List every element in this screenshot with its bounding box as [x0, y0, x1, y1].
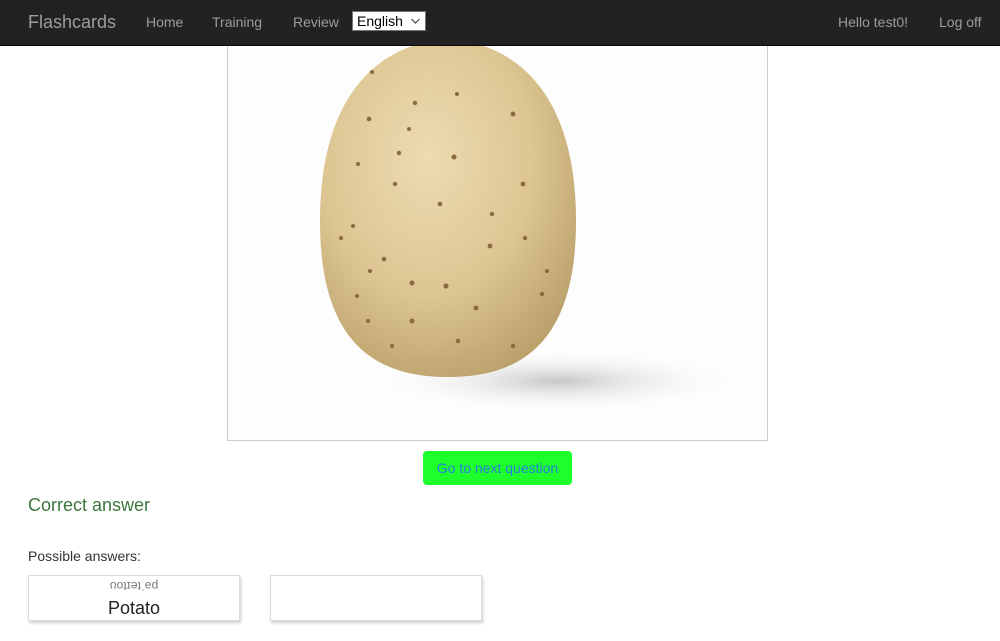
answer-card-2[interactable] [270, 575, 482, 621]
chevron-down-icon [411, 18, 420, 24]
language-select-value: English [357, 13, 403, 29]
potato-image [228, 46, 767, 440]
answer-card-1[interactable]: pəˈteɪtoʊ Potato [28, 575, 240, 621]
language-select[interactable]: English [352, 11, 426, 31]
nav-training-link[interactable]: Training [212, 13, 262, 31]
possible-answers-label: Possible answers: [28, 548, 141, 564]
flashcard-image-frame [227, 46, 768, 441]
answer-phonetic: pəˈteɪtoʊ [109, 579, 159, 593]
top-navbar: Flashcards Home Training Review English … [0, 0, 1000, 46]
user-greeting[interactable]: Hello test0! [838, 13, 908, 31]
logoff-link[interactable]: Log off [939, 13, 982, 31]
nav-home-link[interactable]: Home [146, 13, 183, 31]
brand-link[interactable]: Flashcards [28, 12, 116, 32]
correct-answer-message: Correct answer [28, 495, 151, 515]
nav-review-link[interactable]: Review [293, 13, 339, 31]
answer-word: Potato [107, 598, 161, 618]
next-question-button[interactable]: Go to next question [423, 451, 572, 485]
